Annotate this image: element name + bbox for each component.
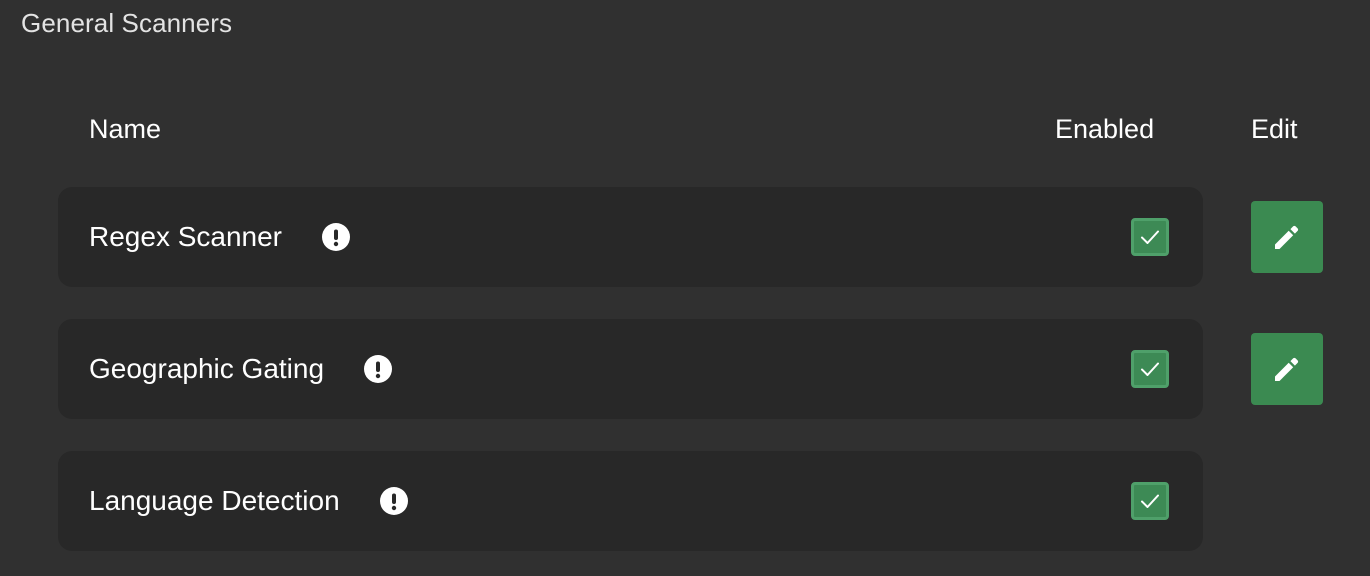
scanner-row-language-detection: Language Detection — [58, 451, 1203, 551]
column-header-name: Name — [89, 114, 162, 144]
exclamation-circle-icon[interactable] — [322, 223, 351, 251]
pencil-icon — [1275, 225, 1299, 249]
edit-button-regex-scanner[interactable] — [1251, 201, 1323, 273]
exclamation-circle-icon[interactable] — [364, 355, 393, 383]
scanner-name: Geographic Gating — [89, 353, 325, 384]
scanner-name: Language Detection — [89, 485, 340, 516]
checkmark-icon — [1141, 362, 1159, 376]
enabled-checkbox[interactable] — [1131, 482, 1169, 520]
column-header-enabled: Enabled — [1055, 114, 1155, 144]
scanner-name: Regex Scanner — [89, 221, 283, 252]
enabled-checkbox[interactable] — [1131, 350, 1169, 388]
column-header-edit: Edit — [1251, 114, 1298, 144]
scanner-row-regex-scanner: Regex Scanner — [58, 187, 1203, 287]
enabled-checkbox[interactable] — [1131, 218, 1169, 256]
edit-button-geographic-gating[interactable] — [1251, 333, 1323, 405]
checkmark-icon — [1141, 230, 1159, 244]
scanner-row-geographic-gating: Geographic Gating — [58, 319, 1203, 419]
pencil-icon — [1275, 357, 1299, 381]
exclamation-circle-icon[interactable] — [379, 487, 408, 515]
checkmark-icon — [1141, 494, 1159, 508]
section-title: General Scanners — [21, 8, 233, 38]
